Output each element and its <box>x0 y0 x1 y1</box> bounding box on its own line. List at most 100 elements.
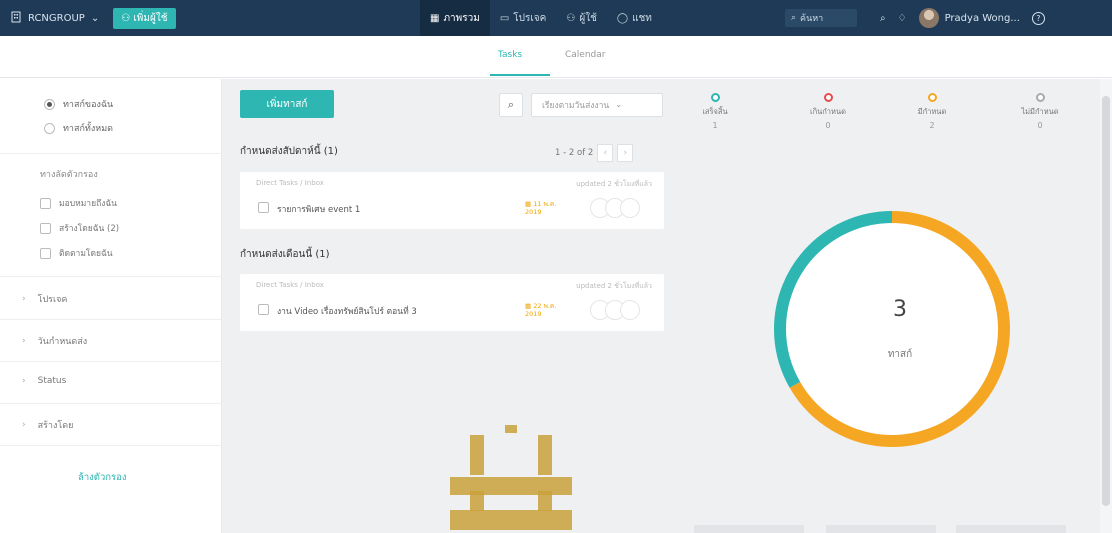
divider <box>0 276 222 277</box>
radio-icon <box>44 98 55 110</box>
calendar-icon: ▦ <box>525 200 532 208</box>
checkbox <box>40 222 51 234</box>
watermark-bar <box>505 425 517 433</box>
divider <box>0 445 222 446</box>
task-name[interactable]: รายการพิเศษ event 1 <box>277 202 360 216</box>
active-tab-indicator <box>490 74 550 76</box>
watermark-bar <box>450 510 572 530</box>
help-icon[interactable]: ? <box>1031 11 1045 25</box>
add-user-button[interactable]: ⚇ เพิ่มผู้ใช้ <box>113 7 176 29</box>
section-created-by[interactable]: › สร้างโดย <box>22 418 212 432</box>
watermark-bar <box>450 477 572 495</box>
view-tabs: Tasks Calendar <box>0 36 1112 78</box>
bottom-card-stub <box>826 525 936 533</box>
divider <box>0 361 222 362</box>
status-dot <box>710 93 720 102</box>
section-due-date[interactable]: › วันกำหนดส่ง <box>22 334 212 348</box>
task-summary-panel: เสร็จสิ้น 1 เกินกำหนด 0 มีกำหนด 2 ไม่มีก… <box>680 79 1100 533</box>
watermark-bar <box>538 435 552 475</box>
scrollbar-thumb[interactable] <box>1102 96 1110 506</box>
sort-select[interactable]: เรียงตามวันส่งงาน ⌄ <box>531 93 663 117</box>
nav-projects[interactable]: ▭ โปรเจค <box>490 0 557 36</box>
assignee-avatars[interactable] <box>590 300 640 320</box>
filter-followed-by-me[interactable]: ติดตามโดยฉัน <box>40 246 113 260</box>
status-dot <box>927 93 937 102</box>
checkbox <box>40 197 51 209</box>
chevron-right-icon: › <box>22 294 26 304</box>
group-title-this-week: กำหนดส่งสัปดาห์นี้ (1) <box>240 146 338 157</box>
tab-calendar[interactable]: Calendar <box>565 50 605 60</box>
pagination: 1 - 2 of 2 ‹ › <box>555 144 634 162</box>
radio-my-tasks[interactable]: ทาสก์ของฉัน <box>44 97 113 111</box>
bell-icon[interactable]: ♢ <box>898 13 907 24</box>
total-task-count: 3 <box>893 297 907 322</box>
task-checkbox[interactable] <box>258 202 269 213</box>
checkbox <box>40 247 51 259</box>
group-title-this-month: กำหนดส่งเดือนนี้ (1) <box>240 249 330 260</box>
stat-scheduled: มีกำหนด 2 <box>892 93 972 130</box>
task-breadcrumb: Direct Tasks / Inbox <box>256 179 324 187</box>
task-checkbox[interactable] <box>258 304 269 315</box>
nav-users[interactable]: ⚇ ผู้ใช้ <box>556 0 607 36</box>
assignee-avatars[interactable] <box>590 198 640 218</box>
total-task-label: ทาสก์ <box>887 349 913 360</box>
user-name: Pradya Wong... <box>944 12 1020 24</box>
main-nav: ▦ ภาพรวม ▭ โปรเจค ⚇ ผู้ใช้ ◯ แชท <box>420 0 662 36</box>
clear-filters-link[interactable]: ล้างตัวกรอง <box>78 470 127 485</box>
building-icon <box>10 11 22 26</box>
search-icon: ⌕ <box>791 13 797 23</box>
task-breadcrumb: Direct Tasks / Inbox <box>256 281 324 289</box>
stat-unscheduled: ไม่มีกำหนด 0 <box>1000 93 1080 130</box>
avatar <box>918 8 939 28</box>
top-nav-bar: RCNGROUP ⌄ ⚇ เพิ่มผู้ใช้ ▦ ภาพรวม ▭ โปรเ… <box>0 0 1112 36</box>
global-search-input[interactable]: ⌕ ค้นหา <box>785 9 857 27</box>
folder-icon: ▭ <box>499 12 510 24</box>
watermark-logo <box>450 425 572 530</box>
status-dot <box>823 93 833 102</box>
section-status[interactable]: › Status <box>22 376 212 386</box>
status-dot <box>1035 93 1045 102</box>
dashboard-icon: ▦ <box>430 12 440 24</box>
prev-page-button[interactable]: ‹ <box>597 144 614 162</box>
divider <box>0 153 222 154</box>
nav-overview[interactable]: ▦ ภาพรวม <box>420 0 490 36</box>
watermark-bar <box>470 491 484 511</box>
user-menu[interactable]: Pradya Wong... <box>918 8 1020 28</box>
due-date-badge: ▦ 11 พ.ค. 2019 <box>525 200 557 216</box>
filter-shortcuts-title: ทางลัดตัวกรอง <box>40 170 98 180</box>
chat-icon: ◯ <box>616 12 629 24</box>
radio-icon <box>44 122 55 134</box>
task-name[interactable]: งาน Video เรื่องทรัพย์สินโปร์ ตอนที่ 3 <box>277 304 417 318</box>
divider <box>0 403 222 404</box>
org-switcher[interactable]: RCNGROUP ⌄ ⚇ เพิ่มผู้ใช้ <box>10 0 176 36</box>
chevron-right-icon: › <box>22 336 26 346</box>
tab-tasks[interactable]: Tasks <box>498 50 522 60</box>
search-icon[interactable]: ⌕ <box>880 13 886 24</box>
filter-assigned-to-me[interactable]: มอบหมายถึงฉัน <box>40 196 117 210</box>
next-page-button[interactable]: › <box>617 144 634 162</box>
filter-created-by-me[interactable]: สร้างโดยฉัน (2) <box>40 221 119 235</box>
bottom-card-stub <box>694 525 804 533</box>
section-project[interactable]: › โปรเจค <box>22 292 212 306</box>
task-card[interactable]: Direct Tasks / Inbox updated 2 ชั่วโมงที… <box>240 172 664 229</box>
filter-sidebar: ทาสก์ของฉัน ทาสก์ทั้งหมด ทางลัดตัวกรอง ม… <box>0 79 222 533</box>
user-plus-icon: ⚇ <box>121 12 131 24</box>
users-icon: ⚇ <box>566 12 576 24</box>
chevron-right-icon: › <box>22 376 26 386</box>
task-card[interactable]: Direct Tasks / Inbox updated 2 ชั่วโมงที… <box>240 274 664 331</box>
stat-completed: เสร็จสิ้น 1 <box>675 93 755 130</box>
watermark-bar <box>538 491 552 511</box>
divider <box>0 319 222 320</box>
org-name: RCNGROUP <box>28 12 85 24</box>
radio-all-tasks[interactable]: ทาสก์ทั้งหมด <box>44 121 113 135</box>
calendar-icon: ▦ <box>525 302 532 310</box>
donut-center <box>785 222 999 436</box>
add-task-button[interactable]: เพิ่มทาสก์ <box>240 90 334 118</box>
nav-chat[interactable]: ◯ แชท <box>607 0 662 36</box>
task-donut-chart <box>774 211 1010 447</box>
search-icon[interactable]: ⌕ <box>499 93 523 117</box>
stat-overdue: เกินกำหนด 0 <box>788 93 868 130</box>
chevron-down-icon: ⌄ <box>615 100 623 110</box>
task-updated: updated 2 ชั่วโมงที่แล้ว <box>576 180 652 188</box>
task-updated: updated 2 ชั่วโมงที่แล้ว <box>576 282 652 290</box>
